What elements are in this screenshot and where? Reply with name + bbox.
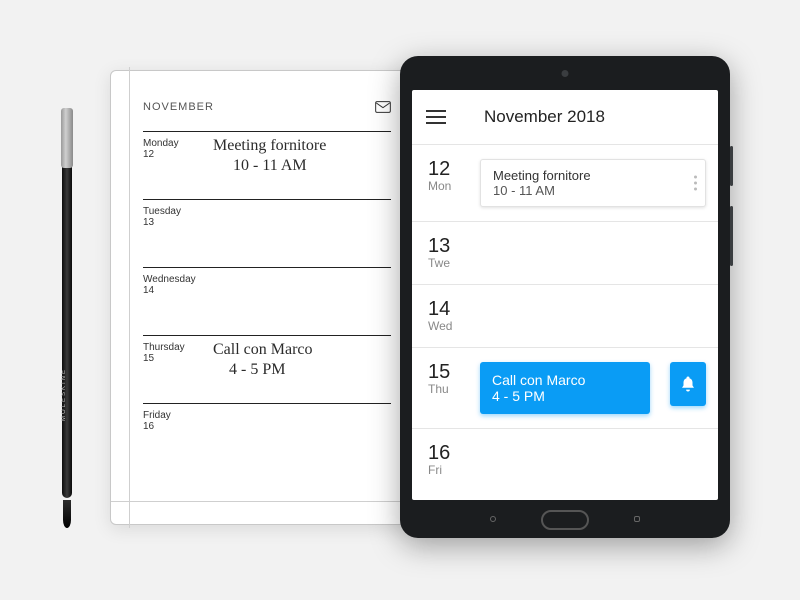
more-icon[interactable] (694, 176, 697, 191)
calendar-app: November 2018 12 Mon Meeting fornitore 1… (412, 90, 718, 500)
home-button[interactable] (541, 510, 589, 530)
app-title: November 2018 (484, 107, 605, 127)
date-number: 12 (428, 159, 466, 179)
date-column: 15 Thu (428, 362, 466, 396)
date-dow: Thu (428, 382, 466, 396)
pen-tip (63, 500, 71, 528)
menu-icon[interactable] (426, 110, 446, 124)
bell-icon (679, 375, 697, 393)
tablet-device: November 2018 12 Mon Meeting fornitore 1… (400, 56, 730, 538)
event-title: Meeting fornitore (493, 168, 675, 183)
tablet-camera (562, 70, 569, 77)
date-number: 15 (428, 362, 466, 382)
planner-day-label: Friday (143, 410, 391, 421)
stage: MOLESKINE NOVEMBER Monday 12 Meeting for… (0, 0, 800, 600)
day-row[interactable]: 16 Fri (412, 429, 718, 491)
tablet-volume-button[interactable] (730, 206, 733, 266)
app-header: November 2018 (412, 90, 718, 144)
date-dow: Wed (428, 319, 466, 333)
day-row[interactable]: 13 Twe (412, 222, 718, 284)
date-column: 12 Mon (428, 159, 466, 193)
planner-day: Tuesday 13 (143, 199, 391, 267)
smart-pen: MOLESKINE (60, 108, 74, 528)
date-dow: Mon (428, 179, 466, 193)
handwritten-note: Meeting fornitore 10 - 11 AM (213, 136, 326, 176)
date-column: 16 Fri (428, 443, 466, 477)
event-time: 10 - 11 AM (493, 183, 675, 198)
planner-day: Monday 12 Meeting fornitore 10 - 11 AM (143, 131, 391, 199)
planner-day: Friday 16 (143, 403, 391, 471)
mail-icon (375, 101, 391, 113)
date-number: 13 (428, 236, 466, 256)
planner-day-label: Tuesday (143, 206, 391, 217)
planner-day: Thursday 15 Call con Marco 4 - 5 PM (143, 335, 391, 403)
date-dow: Twe (428, 256, 466, 270)
date-column: 13 Twe (428, 236, 466, 270)
date-column: 14 Wed (428, 299, 466, 333)
pen-clip (61, 108, 73, 168)
event-title: Call con Marco (492, 372, 620, 388)
date-dow: Fri (428, 463, 466, 477)
nav-recents-icon[interactable] (634, 516, 640, 522)
nav-back-icon[interactable] (490, 516, 496, 522)
event-card[interactable]: Meeting fornitore 10 - 11 AM (480, 159, 706, 207)
planner-month: NOVEMBER (143, 101, 214, 113)
planner-day-num: 16 (143, 421, 391, 432)
date-number: 16 (428, 443, 466, 463)
date-number: 14 (428, 299, 466, 319)
day-row[interactable]: 14 Wed (412, 285, 718, 347)
day-row[interactable]: 12 Mon Meeting fornitore 10 - 11 AM (412, 145, 718, 221)
planner-day-num: 13 (143, 217, 391, 228)
reminder-button[interactable] (670, 362, 706, 406)
pen-barrel (62, 118, 72, 498)
day-row[interactable]: 15 Thu Call con Marco 4 - 5 PM (412, 348, 718, 428)
event-time: 4 - 5 PM (492, 388, 620, 404)
planner-day-num: 14 (143, 285, 391, 296)
planner-day: Wednesday 14 (143, 267, 391, 335)
tablet-power-button[interactable] (730, 146, 733, 186)
paper-planner: NOVEMBER Monday 12 Meeting fornitore 10 … (110, 70, 410, 525)
pen-brand: MOLESKINE (61, 368, 73, 421)
planner-day-label: Wednesday (143, 274, 391, 285)
handwritten-note: Call con Marco 4 - 5 PM (213, 340, 313, 380)
event-card-selected[interactable]: Call con Marco 4 - 5 PM (480, 362, 650, 414)
